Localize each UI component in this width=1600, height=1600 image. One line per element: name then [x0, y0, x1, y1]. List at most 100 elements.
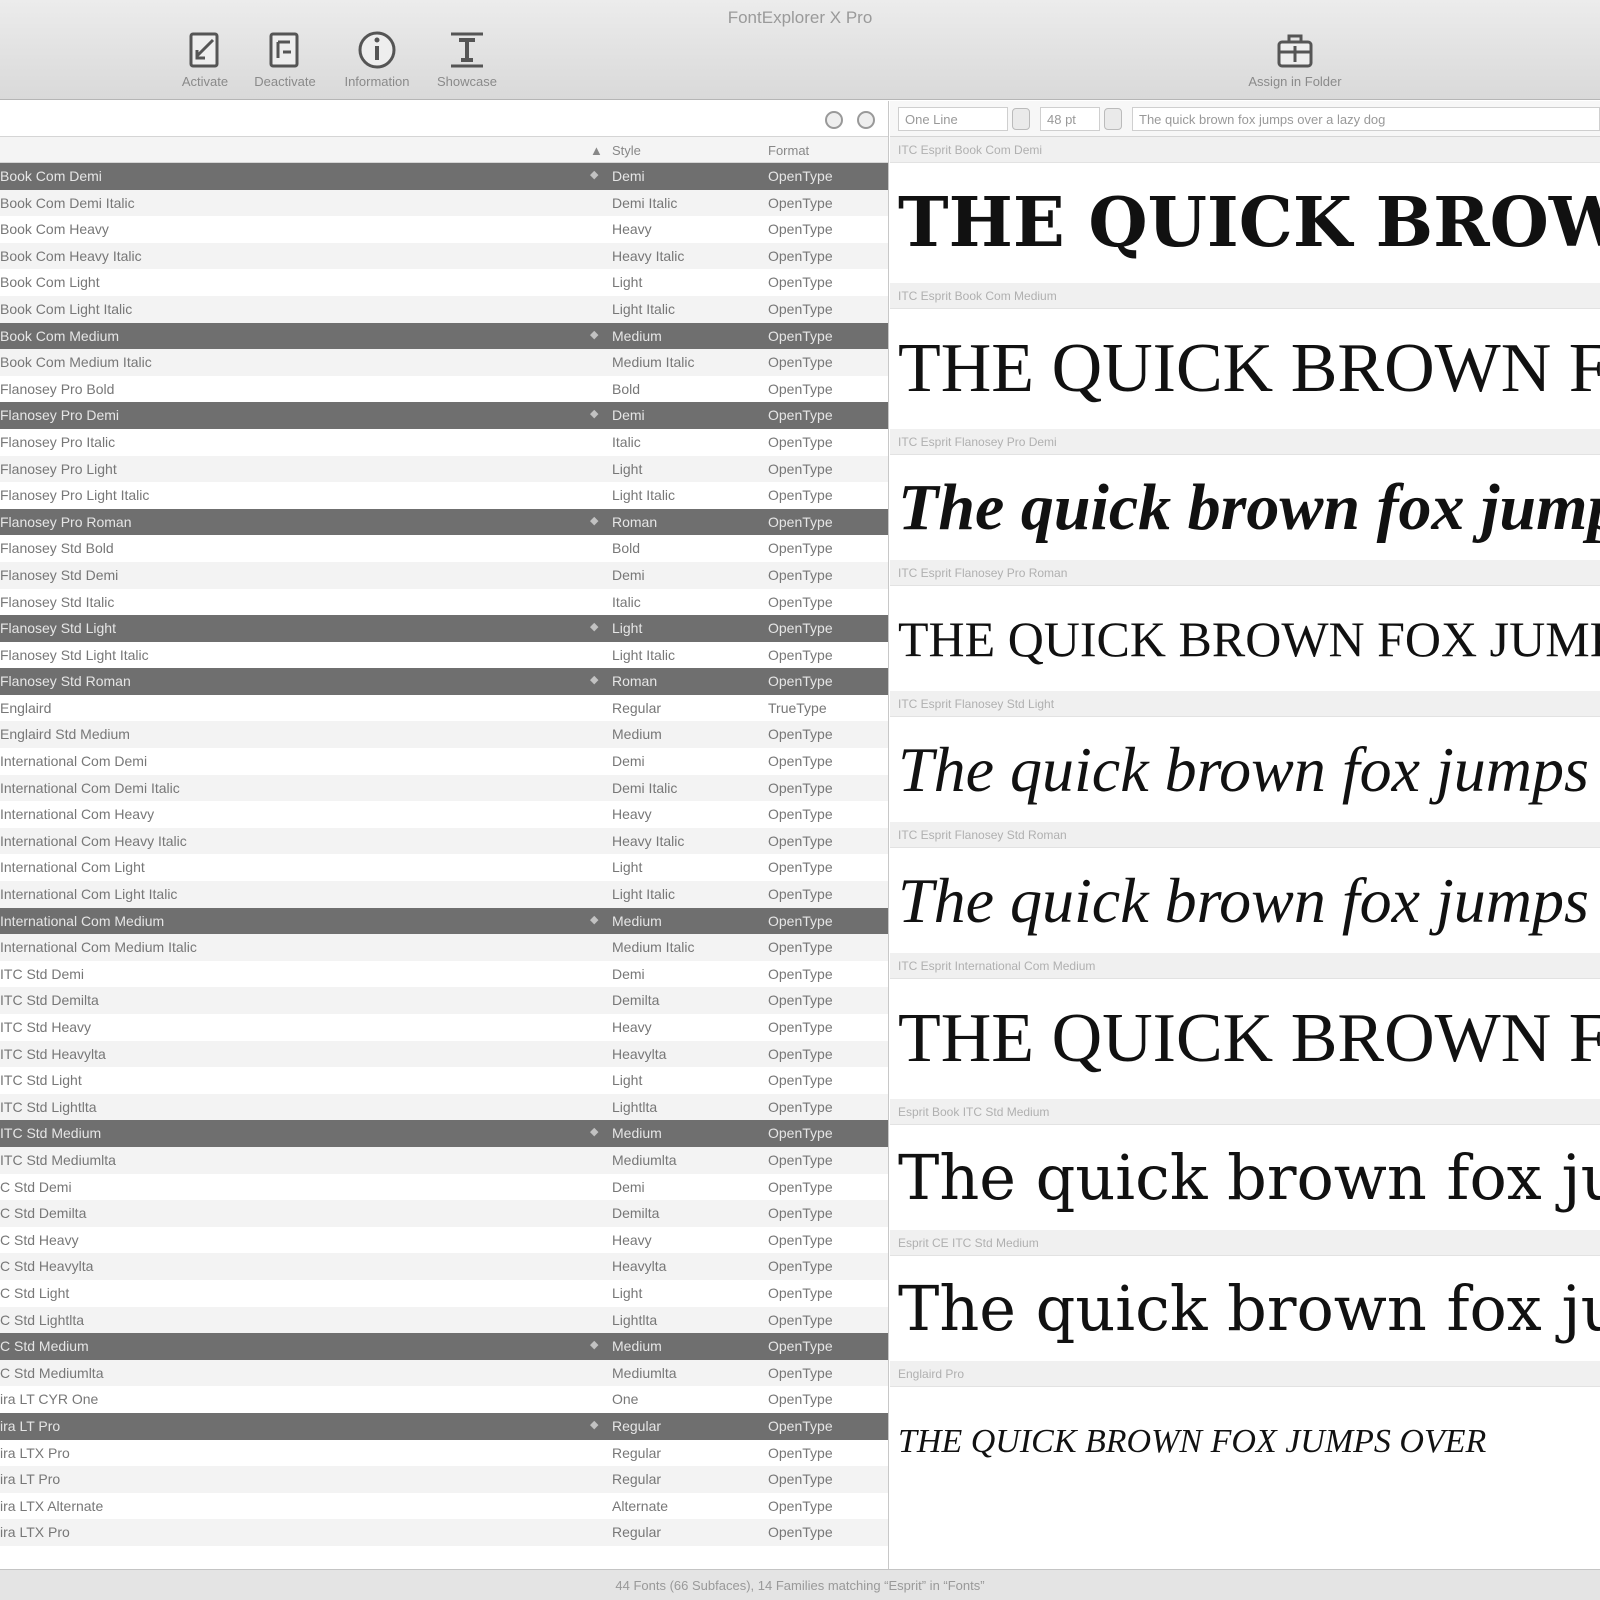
table-row[interactable]: C Std Heavy Heavy OpenType — [0, 1227, 888, 1254]
table-row[interactable]: ITC Std Demilta Demilta OpenType — [0, 987, 888, 1014]
preview-font-label[interactable]: ITC Esprit Flanosey Pro Roman — [890, 560, 1600, 586]
preview-mode-select[interactable]: One Line — [898, 107, 1008, 131]
table-row[interactable]: ira LT Pro ◆ Regular OpenType — [0, 1412, 888, 1440]
table-row[interactable]: Flanosey Std Roman ◆ Roman OpenType — [0, 668, 888, 695]
table-row[interactable]: International Com Heavy Italic Heavy Ital… — [0, 827, 888, 855]
table-row[interactable]: Flanosey Pro Light Italic Light Italic Ope… — [0, 482, 888, 509]
table-row[interactable]: C Std Demi Demi OpenType — [0, 1174, 888, 1201]
table-row[interactable]: ITC Std Heavy Heavy OpenType — [0, 1014, 888, 1041]
table-row[interactable]: ITC Std Medium ◆ Medium OpenType — [0, 1120, 888, 1147]
row-style: Regular — [612, 1524, 662, 1541]
showcase-button[interactable]: Showcase — [417, 28, 517, 89]
preview-sample-text: The quick brown fox jumps over — [898, 864, 1600, 936]
table-row[interactable]: International Com Light Light OpenType — [0, 854, 888, 881]
table-row[interactable]: C Std Demilta Demilta OpenType — [0, 1200, 888, 1227]
row-style: Mediumlta — [612, 1364, 677, 1381]
table-row[interactable]: ira LTX Pro Regular OpenType — [0, 1440, 888, 1467]
row-style: Demi — [612, 566, 645, 583]
table-row[interactable]: Book Com Demi ◆ Demi OpenType — [0, 163, 888, 190]
preview-font-label[interactable]: ITC Esprit Flanosey Pro Demi — [890, 429, 1600, 455]
table-row[interactable]: Flanosey Std Demi Demi OpenType — [0, 561, 888, 589]
row-font-name: International Com Light — [0, 859, 145, 876]
table-row[interactable]: Flanosey Pro Italic Italic OpenType — [0, 429, 888, 456]
preview-font-label[interactable]: Englaird Pro — [890, 1361, 1600, 1387]
table-row[interactable]: Flanosey Pro Roman ◆ Roman OpenType — [0, 508, 888, 536]
row-style: Light — [612, 859, 643, 876]
row-font-name: ITC Std Heavylta — [0, 1045, 106, 1062]
preview-font-label[interactable]: Esprit CE ITC Std Medium — [890, 1230, 1600, 1256]
row-font-name: Book Com Medium — [0, 327, 120, 344]
table-row[interactable]: Englaird Std Medium Medium OpenType — [0, 721, 888, 749]
row-format: OpenType — [768, 1338, 833, 1355]
row-style: Light — [612, 1284, 643, 1301]
table-row[interactable]: Flanosey Std Italic Italic OpenType — [0, 589, 888, 616]
table-row[interactable]: ira LT CYR One One OpenType — [0, 1386, 888, 1413]
preview-font-label[interactable]: ITC Esprit Book Com Demi — [890, 137, 1600, 163]
table-row[interactable]: ITC Std Heavylta Heavylta OpenType — [0, 1040, 888, 1068]
table-row[interactable]: Book Com Light Italic Light Italic OpenTyp… — [0, 295, 888, 323]
action-icon[interactable] — [857, 111, 875, 129]
preview-font-label[interactable]: ITC Esprit International Com Medium — [890, 953, 1600, 979]
row-font-name: Englaird Std Medium — [0, 726, 130, 743]
table-row[interactable]: C Std Light Light OpenType — [0, 1280, 888, 1307]
table-row[interactable]: International Com Heavy Heavy OpenType — [0, 801, 888, 828]
preview-font-label[interactable]: Esprit Book ITC Std Medium — [890, 1099, 1600, 1125]
preview-font-label[interactable]: ITC Esprit Flanosey Std Roman — [890, 822, 1600, 848]
sample-text-field[interactable]: The quick brown fox jumps over a lazy do… — [1132, 107, 1600, 131]
table-row[interactable]: Flanosey Pro Demi ◆ Demi OpenType — [0, 402, 888, 429]
table-row[interactable]: ira LTX Alternate Alternate OpenType — [0, 1493, 888, 1520]
table-row[interactable]: International Com Demi Demi OpenType — [0, 748, 888, 775]
table-row[interactable]: Book Com Light Light OpenType — [0, 269, 888, 296]
table-row[interactable]: Flanosey Std Light ◆ Light OpenType — [0, 615, 888, 642]
table-row[interactable]: ira LT Pro Regular OpenType — [0, 1466, 888, 1493]
preview-font-label[interactable]: ITC Esprit Flanosey Std Light — [890, 691, 1600, 717]
table-row[interactable]: Flanosey Std Light Italic Light Italic Ope… — [0, 642, 888, 669]
table-row[interactable]: International Com Demi Italic Demi Italic… — [0, 774, 888, 802]
table-row[interactable]: Book Com Medium ◆ Medium OpenType — [0, 322, 888, 350]
table-row[interactable]: ITC Std Light Light OpenType — [0, 1067, 888, 1094]
table-row[interactable]: C Std Heavylta Heavylta OpenType — [0, 1253, 888, 1280]
column-header-style[interactable]: Style — [612, 143, 641, 158]
row-font-name: International Com Heavy Italic — [0, 832, 187, 849]
table-row[interactable]: Flanosey Pro Bold Bold OpenType — [0, 376, 888, 403]
table-row[interactable]: ITC Std Demi Demi OpenType — [0, 961, 888, 988]
information-button[interactable]: Information — [327, 28, 427, 89]
table-row[interactable]: Book Com Heavy Heavy OpenType — [0, 216, 888, 243]
table-row[interactable]: C Std Medium ◆ Medium OpenType — [0, 1333, 888, 1360]
font-list-pane: ▲ Style Format Book Com Demi ◆ Demi OpenTyp… — [0, 101, 889, 1569]
row-format: OpenType — [768, 939, 833, 956]
preview-font-label[interactable]: ITC Esprit Book Com Medium — [890, 283, 1600, 309]
row-font-name: International Com Heavy — [0, 806, 155, 823]
row-style: Bold — [612, 540, 641, 557]
mode-stepper-icon[interactable] — [1012, 108, 1030, 130]
row-format: OpenType — [768, 247, 833, 264]
row-style: Regular — [612, 1471, 662, 1488]
table-row[interactable]: International Com Medium Italic Medium It… — [0, 934, 888, 961]
row-style: Demilta — [612, 992, 660, 1009]
column-header-format[interactable]: Format — [768, 143, 809, 158]
table-row[interactable]: Book Com Heavy Italic Heavy Italic OpenTyp… — [0, 242, 888, 270]
row-style: Medium — [612, 327, 662, 344]
table-row[interactable]: C Std Lightlta Lightlta OpenType — [0, 1306, 888, 1334]
table-row[interactable]: Book Com Demi Italic Demi Italic OpenType — [0, 189, 888, 217]
table-row[interactable]: ITC Std Lightlta Lightlta OpenType — [0, 1093, 888, 1121]
table-row[interactable]: ITC Std Mediumlta Mediumlta OpenType — [0, 1146, 888, 1174]
size-stepper-icon[interactable] — [1104, 108, 1122, 130]
table-row[interactable]: ira LTX Pro Regular OpenType — [0, 1519, 888, 1546]
table-row[interactable]: Englaird Regular TrueType — [0, 695, 888, 722]
assign-button[interactable]: Assign in Folder — [1240, 28, 1350, 89]
row-style: Medium — [612, 1125, 662, 1142]
table-row[interactable]: Book Com Medium Italic Medium Italic OpenT… — [0, 349, 888, 376]
row-format: OpenType — [768, 1045, 833, 1062]
deactivate-button[interactable]: Deactivate — [235, 28, 335, 89]
table-row[interactable]: International Com Light Italic Light Ital… — [0, 881, 888, 908]
row-format: OpenType — [768, 274, 833, 291]
sort-indicator-icon[interactable]: ▲ — [590, 143, 603, 158]
table-row[interactable]: Flanosey Std Bold Bold OpenType — [0, 535, 888, 562]
table-row[interactable]: Flanosey Pro Light Light OpenType — [0, 455, 888, 483]
status-text: 44 Fonts (66 Subfaces), 14 Families matc… — [615, 1578, 985, 1593]
gear-icon[interactable] — [825, 111, 843, 129]
table-row[interactable]: C Std Mediumlta Mediumlta OpenType — [0, 1359, 888, 1387]
table-row[interactable]: International Com Medium ◆ Medium OpenType — [0, 907, 888, 935]
preview-size-field[interactable]: 48 pt — [1040, 107, 1100, 131]
